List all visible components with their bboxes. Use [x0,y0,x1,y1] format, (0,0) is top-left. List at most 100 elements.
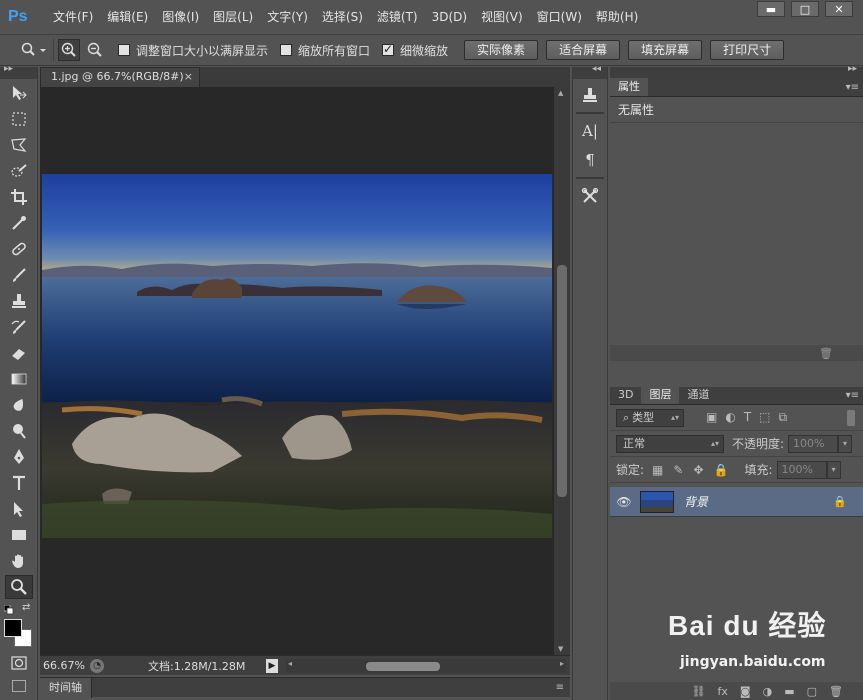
zoom-in-button[interactable] [58,39,80,61]
new-layer-icon[interactable]: ▢ [807,685,817,698]
brush-tool[interactable] [5,263,33,287]
menu-filter[interactable]: 滤镜(T) [370,0,425,34]
menu-edit[interactable]: 编辑(E) [100,0,155,34]
mask-icon[interactable]: ◙ [740,685,751,698]
layer-name[interactable]: 背景 [684,493,708,510]
vertical-scrollbar[interactable]: ▲ ▼ [554,87,570,655]
menu-window[interactable]: 窗口(W) [530,0,589,34]
scroll-left-icon[interactable]: ◂ [288,659,292,668]
folder-icon[interactable]: ▬ [784,685,794,698]
clone-stamp-tool[interactable] [5,289,33,313]
scroll-down-icon[interactable]: ▼ [558,645,563,653]
zoom-out-button[interactable] [84,39,106,61]
tab-layers[interactable]: 图层 [641,386,680,404]
scroll-up-icon[interactable]: ▲ [558,89,563,97]
opacity-field[interactable]: 100% [788,434,839,453]
filter-toggle[interactable] [847,409,855,426]
rectangle-tool[interactable] [5,523,33,547]
move-tool[interactable] [5,81,33,105]
zoom-level-field[interactable]: 66.67% [40,659,90,672]
zoom-all-checkbox[interactable] [280,44,293,56]
dodge-tool[interactable] [5,419,33,443]
menu-type[interactable]: 文字(Y) [260,0,315,34]
gradient-tool[interactable] [5,367,33,391]
default-colors-icon[interactable] [4,605,14,615]
tab-3d[interactable]: 3D [610,386,641,404]
trash-icon[interactable]: 🗑 [829,685,843,698]
menu-layer[interactable]: 图层(L) [206,0,260,34]
fill-field[interactable]: 100% [776,460,827,479]
tab-properties[interactable]: 属性 [610,78,648,96]
minimize-button[interactable]: ▬ [757,1,785,17]
link-icon[interactable]: ⛓ [692,685,706,698]
lasso-tool[interactable] [5,133,33,157]
horizontal-scrollbar[interactable]: ◂ ▸ [286,658,566,673]
horizontal-scroll-thumb[interactable] [366,661,440,671]
toolbox-header[interactable]: ▸▸ [0,64,37,79]
menu-file[interactable]: 文件(F) [46,0,100,34]
panel-menu-icon[interactable]: ≡ [556,682,564,693]
crop-tool[interactable] [5,185,33,209]
blur-tool[interactable] [5,393,33,417]
zoom-tool[interactable] [4,575,33,599]
shape-filter-icon[interactable]: ⬚ [759,410,770,425]
eyedropper-tool[interactable] [5,211,33,235]
resize-windows-checkbox[interactable] [118,44,130,56]
menu-3d[interactable]: 3D(D) [425,0,474,34]
path-selection-tool[interactable] [5,497,33,521]
timeline-tab[interactable]: 时间轴 [40,677,92,698]
lock-image-icon[interactable]: ✎ [673,463,683,477]
eraser-tool[interactable] [5,341,33,365]
panel-menu-icon[interactable]: ▾≡ [846,390,859,401]
tools-button[interactable] [575,183,605,209]
quick-mask-button[interactable] [5,651,33,675]
healing-brush-tool[interactable] [5,237,33,261]
fill-screen-button[interactable]: 填充屏幕 [628,40,703,60]
dock-header[interactable]: ◂◂ [573,64,607,79]
scrubby-zoom-checkbox[interactable] [382,42,395,56]
lock-position-icon[interactable]: ✥ [693,463,703,477]
trash-icon[interactable]: 🗑 [819,347,833,360]
blend-mode-select[interactable]: 正常 ▴▾ [616,434,724,453]
tool-presets-button[interactable] [575,82,605,108]
fill-dropdown-icon[interactable]: ▾ [826,460,841,479]
marquee-tool[interactable] [5,107,33,131]
lock-all-icon[interactable]: 🔒 [714,463,729,477]
swap-colors-icon[interactable]: ⇄ [22,602,30,613]
tab-channels[interactable]: 通道 [679,386,717,404]
zoom-all-option[interactable]: 缩放所有窗口 [280,42,370,59]
foreground-color[interactable] [4,619,22,637]
fit-screen-button[interactable]: 适合屏幕 [546,40,621,60]
menu-view[interactable]: 视图(V) [474,0,530,34]
status-arrow-icon[interactable]: ▶ [266,658,278,673]
paragraph-button[interactable]: ¶ [575,147,605,173]
menu-help[interactable]: 帮助(H) [589,0,645,34]
layer-row[interactable]: 👁 背景 🔒 [610,487,863,517]
document-tab[interactable]: 1.jpg @ 66.7%(RGB/8#) × [40,67,200,87]
vertical-scroll-thumb[interactable] [557,265,567,497]
opacity-dropdown-icon[interactable]: ▾ [838,434,853,453]
menu-image[interactable]: 图像(I) [155,0,206,34]
smart-object-filter-icon[interactable]: ⧉ [779,410,788,425]
restore-button[interactable]: □ [791,1,819,17]
canvas-area[interactable] [40,87,554,655]
actual-pixels-button[interactable]: 实际像素 [464,40,539,60]
close-window-button[interactable]: ✕ [825,1,853,17]
image-filter-icon[interactable]: ▣ [706,410,717,425]
scroll-right-icon[interactable]: ▸ [560,659,564,668]
tool-preset-picker[interactable] [14,39,54,61]
eye-icon[interactable]: 👁 [610,495,638,509]
adjustment-filter-icon[interactable]: ◐ [725,410,735,425]
scrubby-zoom-option[interactable]: 细微缩放 [382,42,448,59]
pen-tool[interactable] [5,445,33,469]
lock-transparency-icon[interactable]: ▦ [652,463,663,477]
panel-menu-icon[interactable]: ▾≡ [846,82,859,93]
adjustment-layer-icon[interactable]: ◑ [763,685,773,698]
type-tool[interactable] [5,471,33,495]
character-button[interactable]: A| [575,118,605,144]
timeline-left-icon[interactable] [12,680,26,692]
hand-tool[interactable] [5,549,33,573]
close-icon[interactable]: × [184,68,193,86]
print-size-button[interactable]: 打印尺寸 [710,40,785,60]
resize-windows-option[interactable]: 调整窗口大小以满屏显示 [118,42,268,59]
